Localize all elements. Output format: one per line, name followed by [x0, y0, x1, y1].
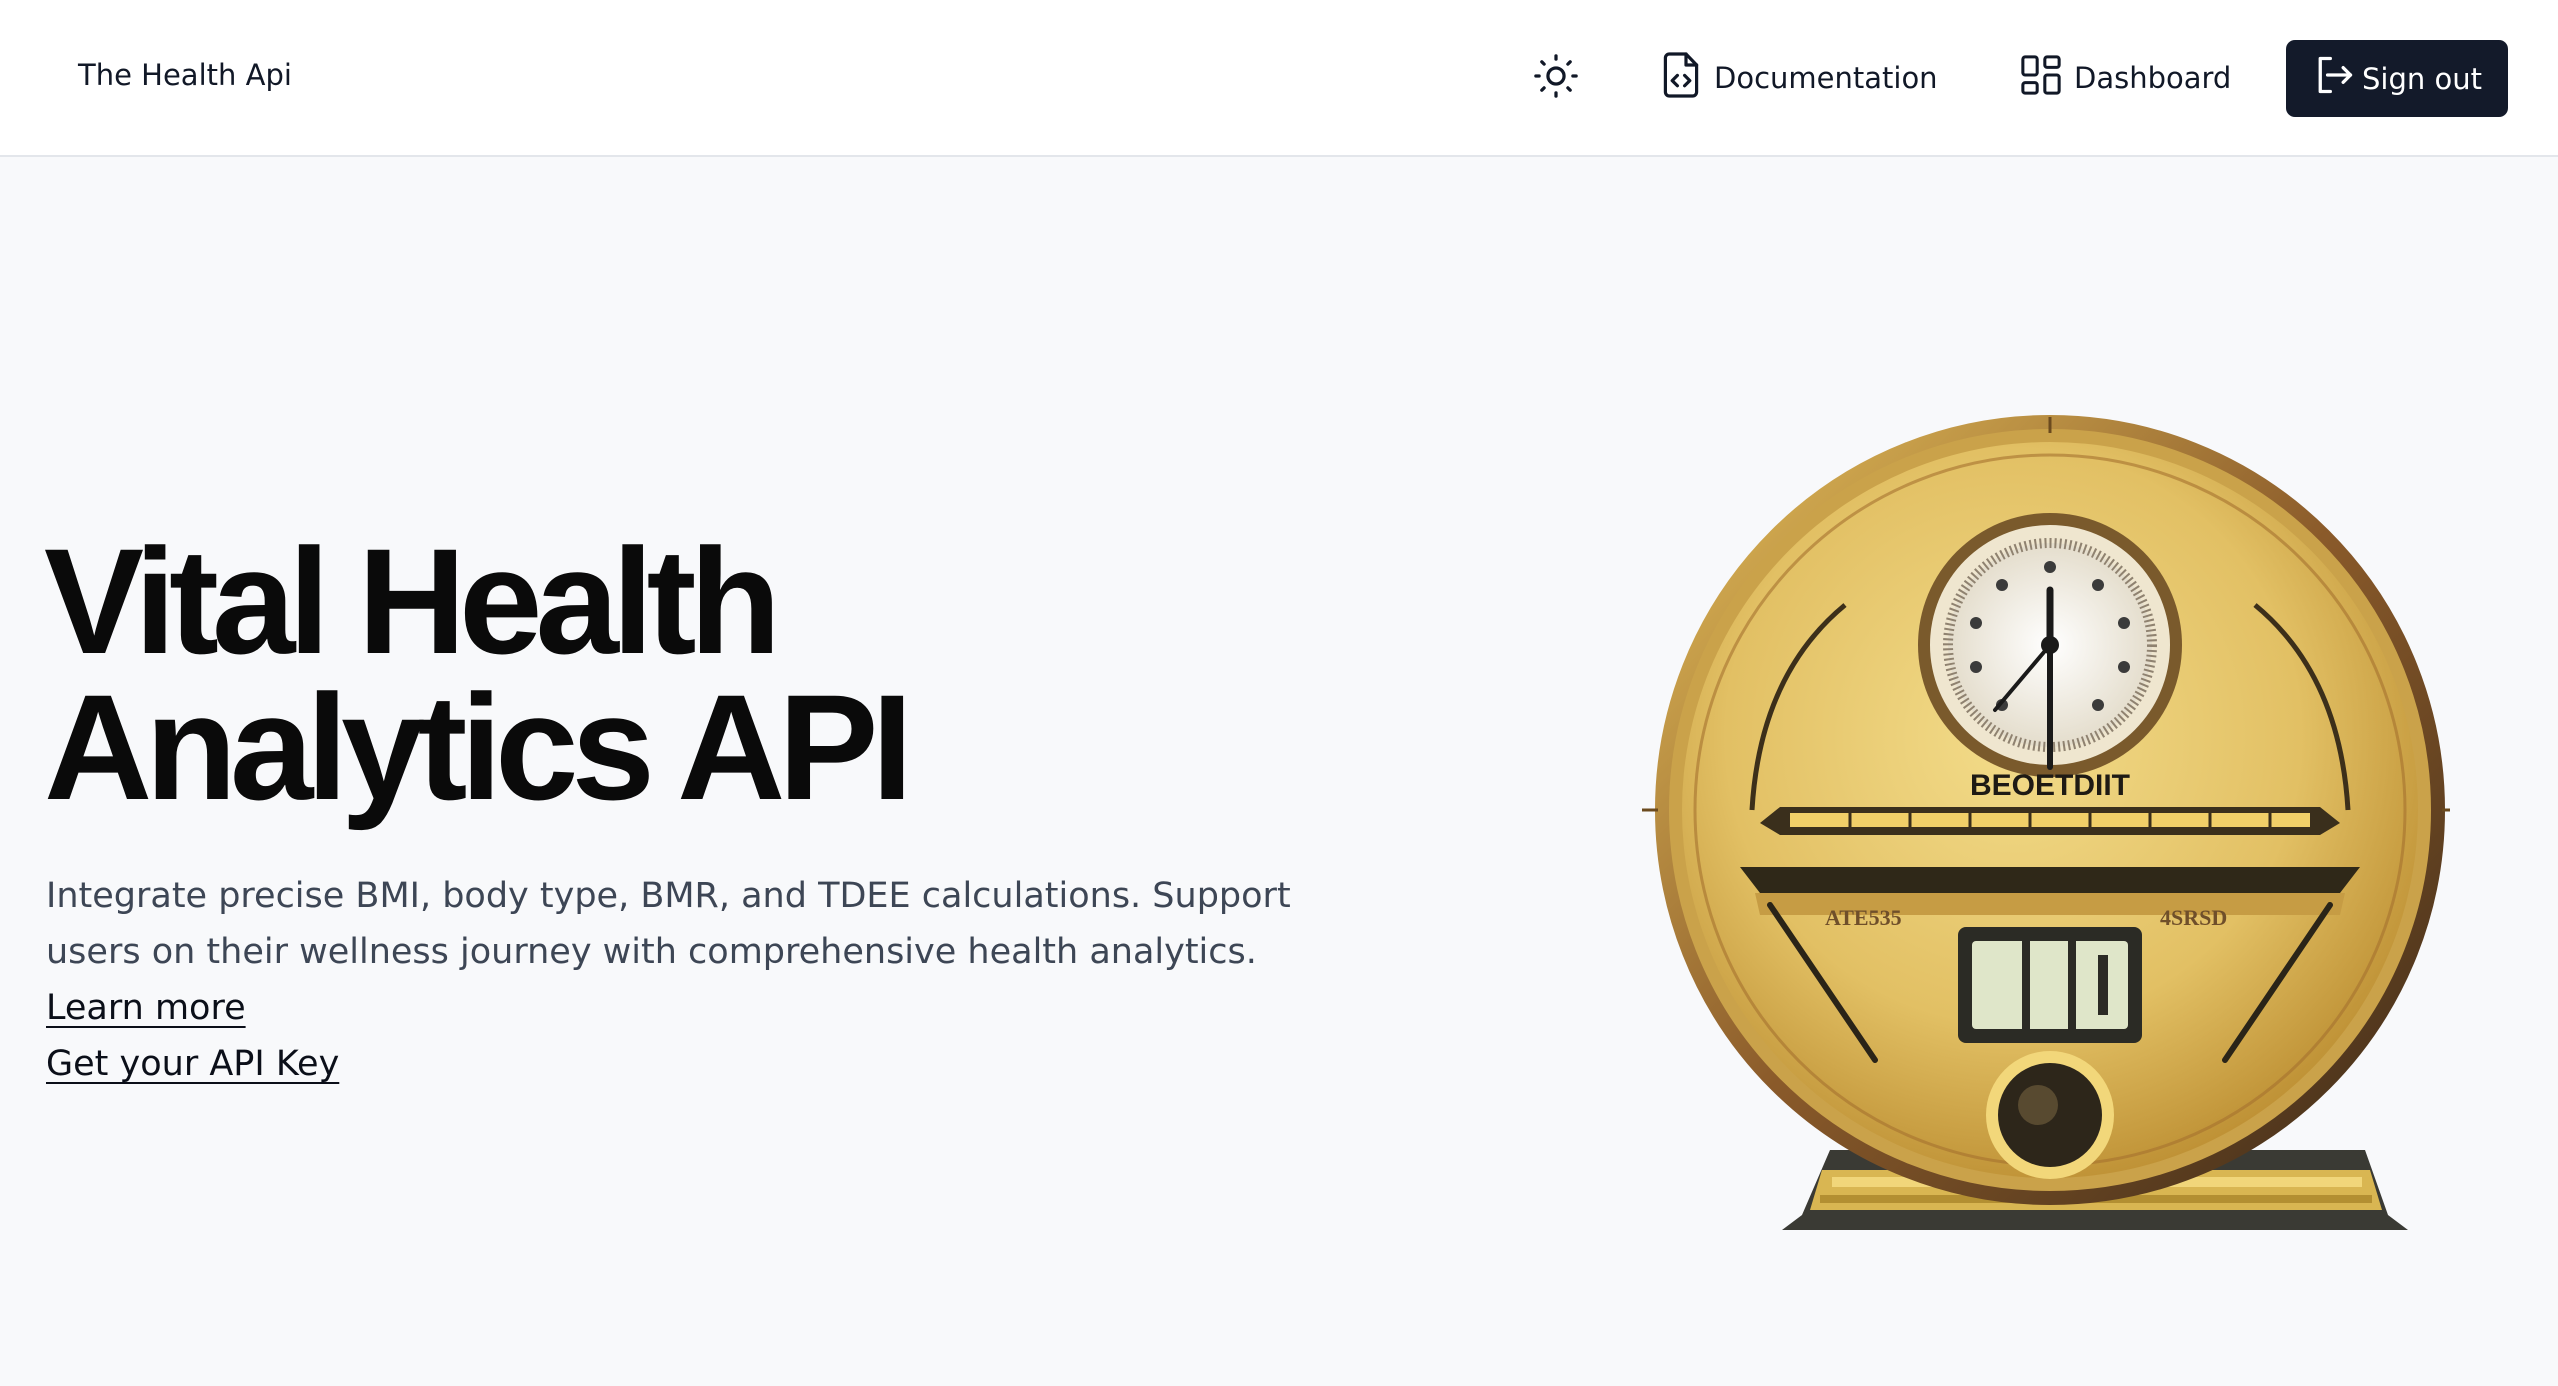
sun-icon	[1533, 53, 1579, 103]
hero-description-text: Integrate precise BMI, body type, BMR, a…	[46, 876, 1291, 972]
sign-out-icon	[2312, 53, 2356, 104]
plate-text: BEOETDIIT	[1970, 769, 2130, 802]
clock-dial	[1918, 513, 2182, 777]
scale-upper-bar	[1760, 807, 2340, 835]
nav-documentation-label: Documentation	[1714, 61, 1938, 95]
hero-description: Integrate precise BMI, body type, BMR, a…	[46, 868, 1306, 1036]
panel-left-text: ATE535	[1825, 905, 1902, 930]
hero-title: Vital Health Analytics API	[44, 517, 913, 831]
hero-illustration: BEOETDIIT ATE535 4SRSD	[1640, 415, 2458, 1260]
theme-toggle-button[interactable]	[1528, 50, 1584, 106]
golden-scale-clock-illustration: BEOETDIIT ATE535 4SRSD	[1642, 415, 2458, 1230]
nav-dashboard-link[interactable]: Dashboard	[2020, 46, 2231, 110]
panel-right-text: 4SRSD	[2160, 905, 2227, 930]
nav-dashboard-label: Dashboard	[2074, 61, 2232, 95]
learn-more-link[interactable]: Learn more	[46, 988, 246, 1028]
dashboard-grid-icon	[2020, 53, 2062, 104]
file-code-icon	[1660, 51, 1702, 106]
hero-title-line-2: Analytics API	[44, 663, 913, 831]
sign-out-label: Sign out	[2362, 61, 2482, 96]
nav-documentation-link[interactable]: Documentation	[1660, 46, 1938, 110]
sign-out-button[interactable]: Sign out	[2286, 40, 2508, 117]
top-navbar: The Health Api Documentation Dashboard S…	[0, 0, 2558, 157]
get-api-key-link[interactable]: Get your API Key	[46, 1036, 339, 1092]
brand-link[interactable]: The Health Api	[78, 58, 292, 92]
hero-title-line-1: Vital Health	[44, 517, 781, 685]
